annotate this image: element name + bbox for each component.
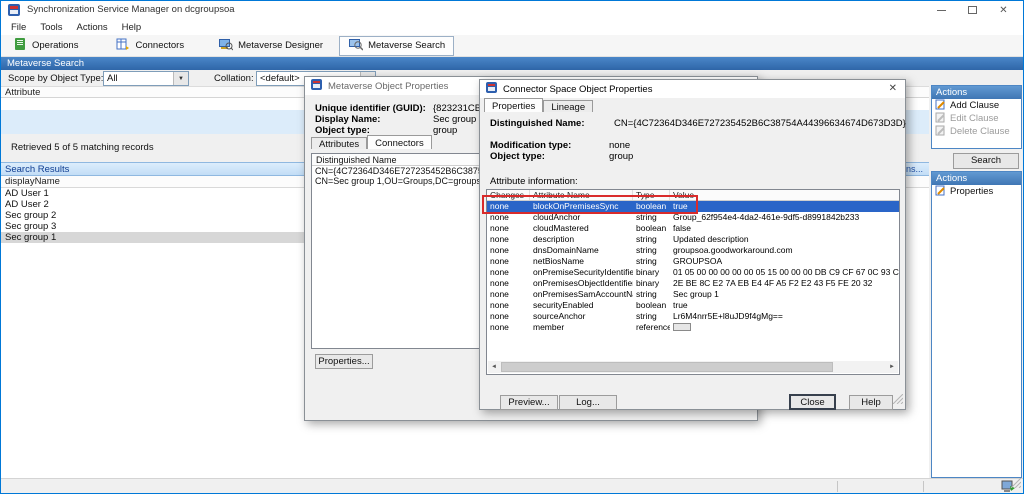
actions-panel-top: Actions Add Clause Edit Clause Delete Cl… [931,85,1022,149]
display-name-label: Display Name: [315,114,380,125]
object-type-value: group [433,125,457,136]
table-row[interactable]: none dnsDomainName string groupsoa.goodw… [487,245,899,256]
scope-label: Scope by Object Type: [8,73,103,84]
close-dialog-button[interactable]: Close [789,394,836,410]
table-row[interactable]: none onPremiseSecurityIdentifier binary … [487,267,899,278]
actions-panel-title: Actions [932,172,1021,185]
tab-lineage[interactable]: Lineage [543,100,593,112]
dialog-close-icon[interactable]: ✕ [889,83,897,94]
window-title: Synchronization Service Manager on dcgro… [27,4,235,15]
modification-type-value: none [609,140,630,151]
table-row[interactable]: none member reference [487,322,899,333]
operations-icon [13,37,27,54]
table-row[interactable]: none netBiosName string GROUPSOA [487,256,899,267]
log-button[interactable]: Log... [559,395,617,410]
dialog-title-bar: Connector Space Object Properties ✕ [480,80,905,98]
add-clause-button[interactable]: Add Clause [932,99,1021,112]
table-row[interactable]: none onPremisesObjectIdentifier binary 2… [487,278,899,289]
connectors-icon [116,37,130,54]
tab-connectors[interactable]: Connectors [367,135,432,149]
table-row[interactable]: none onPremisesSamAccountName string Sec… [487,289,899,300]
tab-properties[interactable]: Properties [484,98,543,112]
metaverse-search-section-header: Metaverse Search [1,57,1023,70]
dialog-resize-grip[interactable] [893,394,903,407]
metaverse-search-icon [348,37,363,54]
properties-button[interactable]: Properties... [315,354,373,369]
toolbar-button-metaverse-search[interactable]: Metaverse Search [339,36,454,56]
properties-action-button[interactable]: Properties [932,185,1021,198]
attribute-table: Changes Attribute Name Type Value none b… [486,189,900,375]
table-row[interactable]: none sourceAnchor string Lr6M4nrr5E+l8uJ… [487,311,899,322]
menu-bar: File Tools Actions Help [1,19,1023,35]
statusbar-divider [837,481,838,492]
close-button[interactable]: ✕ [988,1,1019,19]
dialog-tabs: Attributes Connectors [311,135,432,149]
member-value-button[interactable] [673,323,691,331]
object-type-label: Object type: [490,151,545,162]
scroll-left-icon[interactable]: ◄ [488,361,500,373]
table-row[interactable]: none description string Updated descript… [487,234,899,245]
connector-space-object-properties-dialog: Connector Space Object Properties ✕ Prop… [479,79,906,410]
tab-attributes[interactable]: Attributes [311,137,367,149]
object-type-value: group [609,151,633,162]
guid-label: Unique identifier (GUID): [315,103,426,114]
dialog-tabs: Properties Lineage [484,98,593,112]
app-icon [8,4,20,16]
table-row[interactable]: none securityEnabled boolean true [487,300,899,311]
modification-type-label: Modification type: [490,140,571,151]
menu-item-file[interactable]: File [4,21,33,34]
retrieved-text: Retrieved 5 of 5 matching records [11,142,154,153]
statusbar-divider [923,481,924,492]
delete-clause-button: Delete Clause [932,125,1021,138]
highlight-annotation [482,195,698,214]
collation-label: Collation: [214,73,254,84]
window-resize-grip[interactable] [1011,478,1021,491]
metaverse-designer-icon [218,37,233,54]
search-button[interactable]: Search [953,153,1019,169]
edit-clause-button: Edit Clause [932,112,1021,125]
column-header-value[interactable]: Value [670,190,899,200]
table-row[interactable]: none cloudMastered boolean false [487,223,899,234]
toolbar-button-metaverse-designer[interactable]: Metaverse Designer [210,36,331,56]
scrollbar-thumb[interactable] [501,362,833,372]
minimize-button[interactable] [926,1,957,19]
chevron-down-icon: ▼ [173,72,188,85]
note-pencil-icon [935,99,946,113]
scope-combobox[interactable]: All ▼ [103,71,189,86]
distinguished-name-label: Distinguished Name: [490,118,585,129]
actions-panel-bottom: Actions Properties [931,171,1022,478]
note-pencil-icon [935,185,946,199]
column-header-attribute[interactable]: Attribute [1,87,353,97]
status-bar [1,478,1023,494]
scroll-right-icon[interactable]: ► [886,361,898,373]
menu-item-help[interactable]: Help [115,21,149,34]
note-pencil-icon [935,125,946,139]
app-window: Synchronization Service Manager on dcgro… [0,0,1024,494]
toolbar-button-operations[interactable]: Operations [5,36,86,56]
toolbar-button-connectors[interactable]: Connectors [108,36,192,56]
display-name-value: Sec group 1 [433,114,484,125]
menu-item-actions[interactable]: Actions [70,21,115,34]
maximize-button[interactable] [957,1,988,19]
tool-bar: Operations Connectors Metaverse Designer… [1,35,1023,57]
window-controls: ✕ [926,1,1019,19]
actions-panel-title: Actions [932,86,1021,99]
attribute-information-label: Attribute information: [490,176,578,187]
help-button[interactable]: Help [849,395,893,410]
truncated-link-text: ns... [906,164,923,174]
dialog-icon [486,82,497,96]
note-pencil-icon [935,112,946,126]
menu-item-tools[interactable]: Tools [33,21,69,34]
preview-button[interactable]: Preview... [500,395,558,410]
horizontal-scrollbar[interactable]: ◄ ► [488,361,898,373]
distinguished-name-value: CN={4C72364D346E727235452B6C38754A443966… [614,118,906,129]
title-bar: Synchronization Service Manager on dcgro… [1,1,1023,19]
dialog-icon [311,79,322,93]
